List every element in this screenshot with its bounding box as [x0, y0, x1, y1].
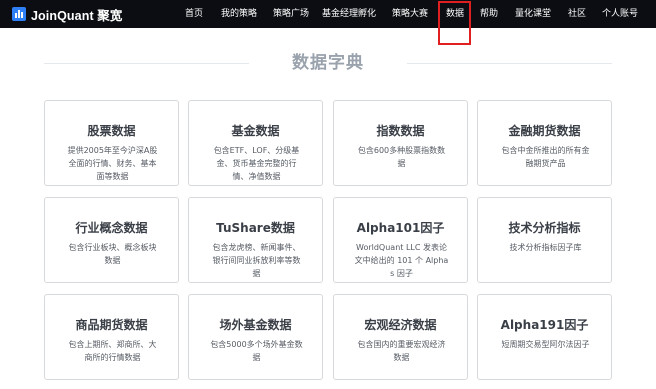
nav-item-help[interactable]: 帮助: [480, 0, 498, 28]
nav-item-account[interactable]: 个人账号: [602, 0, 638, 28]
card-title: 宏观经济数据: [364, 318, 437, 332]
card-description: 包含国内的重要宏观经济数据: [357, 340, 446, 362]
card-description: 包含龙虎榜、新闻事件、银行间同业拆放利率等数据: [212, 243, 301, 278]
nav-item-quant-classroom[interactable]: 量化课堂: [515, 0, 551, 28]
card-title: 行业概念数据: [75, 221, 148, 235]
highlight-annotation-box: [438, 1, 471, 45]
card-stock-data[interactable]: 股票数据 提供2005年至今沪深A股全面的行情、财务、基本面等数据: [44, 100, 179, 186]
logo-text: JoinQuant 聚宽: [31, 8, 123, 23]
nav-item-home[interactable]: 首页: [185, 0, 203, 28]
top-navbar: JoinQuant 聚宽 首页 我的策略 策略广场 基金经理孵化 策略大赛 数据…: [0, 0, 656, 28]
card-financial-futures-data[interactable]: 金融期货数据 包含中金所推出的所有金融期货产品: [477, 100, 612, 186]
card-macro-economic-data[interactable]: 宏观经济数据 包含国内的重要宏观经济数据: [333, 294, 468, 380]
title-divider-right: [407, 63, 612, 64]
card-description: 技术分析指标因子库: [509, 243, 582, 252]
nav-item-my-strategies[interactable]: 我的策略: [221, 0, 257, 28]
card-commodity-futures-data[interactable]: 商品期货数据 包含上期所、郑商所、大商所的行情数据: [44, 294, 179, 380]
page-title: 数据字典: [292, 53, 364, 73]
card-description: 短周期交易型阿尔法因子: [501, 340, 590, 349]
card-title: 技术分析指标: [508, 221, 581, 235]
card-description: WorldQuant LLC 发表论文中给出的 101 个 Alphas 因子: [354, 243, 449, 278]
card-description: 提供2005年至今沪深A股全面的行情、财务、基本面等数据: [67, 146, 158, 181]
card-description: 包含上期所、郑商所、大商所的行情数据: [68, 340, 157, 362]
nav-item-community[interactable]: 社区: [568, 0, 586, 28]
nav-item-strategy-contest[interactable]: 策略大赛: [392, 0, 428, 28]
card-technical-indicators[interactable]: 技术分析指标 技术分析指标因子库: [477, 197, 612, 283]
card-title: 商品期货数据: [75, 318, 148, 332]
card-title: 股票数据: [87, 124, 136, 138]
card-title: 指数数据: [376, 124, 425, 138]
card-alpha191-factors[interactable]: Alpha191因子 短周期交易型阿尔法因子: [477, 294, 612, 380]
card-title: 基金数据: [231, 124, 280, 138]
card-description: 包含ETF、LOF、分级基金、货币基金完整的行情、净值数据: [213, 146, 300, 181]
nav-item-strategy-square[interactable]: 策略广场: [273, 0, 309, 28]
card-alpha101-factors[interactable]: Alpha101因子 WorldQuant LLC 发表论文中给出的 101 个…: [333, 197, 468, 283]
card-fund-data[interactable]: 基金数据 包含ETF、LOF、分级基金、货币基金完整的行情、净值数据: [188, 100, 323, 186]
nav-item-fund-manager-incubation[interactable]: 基金经理孵化: [322, 0, 376, 28]
card-title: Alpha101因子: [356, 221, 445, 235]
card-industry-concept-data[interactable]: 行业概念数据 包含行业板块、概念板块数据: [44, 197, 179, 283]
card-description: 包含600多种股票指数数据: [357, 146, 446, 168]
card-title: 场外基金数据: [219, 318, 292, 332]
logo[interactable]: JoinQuant 聚宽: [12, 6, 123, 23]
card-description: 包含5000多个场外基金数据: [210, 340, 303, 362]
card-index-data[interactable]: 指数数据 包含600多种股票指数数据: [333, 100, 468, 186]
card-title: 金融期货数据: [508, 124, 581, 138]
card-otc-fund-data[interactable]: 场外基金数据 包含5000多个场外基金数据: [188, 294, 323, 380]
card-title: TuShare数据: [216, 221, 295, 235]
card-tushare-data[interactable]: TuShare数据 包含龙虎榜、新闻事件、银行间同业拆放利率等数据: [188, 197, 323, 283]
card-description: 包含中金所推出的所有金融期货产品: [501, 146, 590, 168]
card-description: 包含行业板块、概念板块数据: [68, 243, 157, 265]
bar-chart-logo-icon: [12, 7, 26, 21]
card-title: Alpha191因子: [500, 318, 589, 332]
